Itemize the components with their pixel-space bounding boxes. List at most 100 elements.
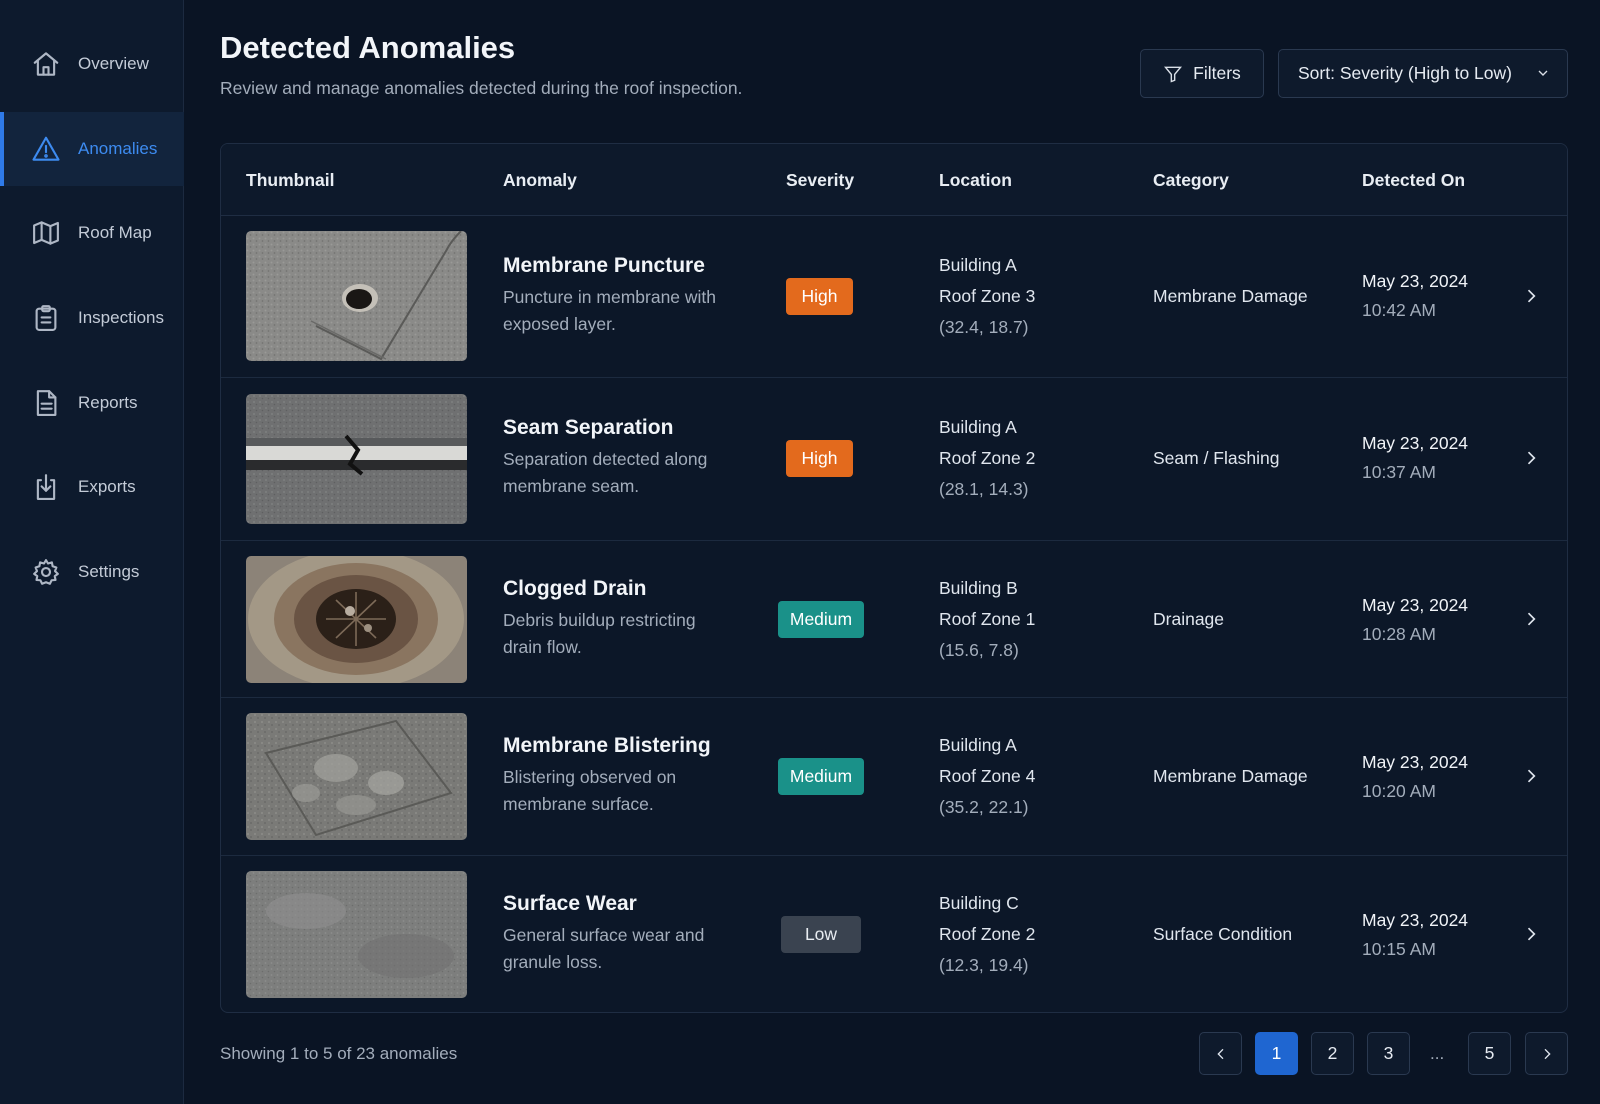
export-icon: [30, 471, 62, 503]
pagination-ellipsis: ...: [1430, 1044, 1445, 1063]
location-zone: Roof Zone 1: [939, 609, 1036, 629]
location: Building A Roof Zone 3 (32.4, 18.7): [939, 250, 1035, 343]
location-zone: Roof Zone 4: [939, 766, 1036, 786]
anomaly-description: Blistering observed on membrane surface.: [503, 767, 677, 814]
sidebar-item-anomalies[interactable]: Anomalies: [0, 112, 184, 186]
anomaly-title: Surface Wear: [503, 892, 637, 915]
sidebar-item-label: Exports: [78, 477, 136, 496]
severity-badge: Low: [781, 916, 861, 953]
thumbnail-surface-wear: [246, 871, 467, 998]
location-zone: Roof Zone 2: [939, 924, 1036, 944]
sidebar: Overview Anomalies Roof Map Inspections …: [0, 0, 184, 1104]
location-building: Building A: [939, 255, 1017, 275]
anomaly-description: Separation detected along membrane seam.: [503, 449, 708, 496]
thumbnail-membrane-blistering: [246, 713, 467, 840]
table-header: Thumbnail Anomaly Severity Location Cate…: [221, 144, 1567, 216]
pagination-prev-button[interactable]: [1199, 1032, 1242, 1075]
location-coords: (15.6, 7.8): [939, 640, 1019, 660]
location: Building A Roof Zone 4 (35.2, 22.1): [939, 730, 1035, 823]
location: Building B Roof Zone 1 (15.6, 7.8): [939, 573, 1035, 666]
column-header-severity: Severity: [786, 170, 855, 190]
category: Membrane Damage: [1153, 766, 1308, 786]
category: Seam / Flashing: [1153, 448, 1280, 468]
thumbnail-seam-separation: [246, 394, 467, 524]
category: Surface Condition: [1153, 924, 1293, 944]
anomaly-description: Puncture in membrane with exposed layer.: [503, 287, 717, 334]
chevron-right-icon[interactable]: [1521, 609, 1541, 629]
detected-on: May 23, 2024 10:28 AM: [1362, 591, 1468, 649]
anomaly-title: Membrane Blistering: [503, 734, 711, 757]
chevron-right-icon[interactable]: [1521, 766, 1541, 786]
detected-date: May 23, 2024: [1362, 433, 1469, 453]
anomaly-description: Debris buildup restricting drain flow.: [503, 610, 696, 657]
location-coords: (28.1, 14.3): [939, 479, 1029, 499]
thumbnail-clogged-drain: [246, 556, 467, 683]
detected-time: 10:42 AM: [1362, 300, 1436, 320]
location-building: Building A: [939, 735, 1017, 755]
map-icon: [30, 217, 62, 249]
location-zone: Roof Zone 2: [939, 448, 1036, 468]
sidebar-item-label: Roof Map: [78, 223, 152, 242]
sidebar-item-label: Anomalies: [78, 139, 158, 158]
page-subtitle: Review and manage anomalies detected dur…: [220, 78, 743, 98]
detected-on: May 23, 2024 10:37 AM: [1362, 429, 1468, 487]
detected-date: May 23, 2024: [1362, 595, 1469, 615]
anomaly-description: General surface wear and granule loss.: [503, 925, 705, 972]
chevron-down-icon: [1535, 65, 1551, 86]
pagination-page-2[interactable]: 2: [1311, 1032, 1354, 1075]
filter-icon: [1164, 66, 1183, 83]
table-row[interactable]: Surface Wear General surface wear and gr…: [221, 856, 1567, 1012]
chevron-right-icon[interactable]: [1521, 448, 1541, 468]
detected-on: May 23, 2024 10:20 AM: [1362, 748, 1468, 806]
location-coords: (35.2, 22.1): [939, 797, 1029, 817]
location-building: Building B: [939, 578, 1018, 598]
filters-button[interactable]: Filters: [1140, 49, 1264, 98]
sidebar-item-overview[interactable]: Overview: [0, 27, 184, 101]
sidebar-item-reports[interactable]: Reports: [0, 366, 184, 440]
anomalies-table: Thumbnail Anomaly Severity Location Cate…: [220, 143, 1568, 1013]
detected-time: 10:20 AM: [1362, 781, 1436, 801]
sort-dropdown[interactable]: Sort: Severity (High to Low): [1278, 49, 1568, 98]
pagination-page-1[interactable]: 1: [1255, 1032, 1298, 1075]
location-coords: (32.4, 18.7): [939, 317, 1029, 337]
filters-label: Filters: [1193, 63, 1241, 83]
sidebar-item-exports[interactable]: Exports: [0, 450, 184, 524]
thumbnail-membrane-puncture: [246, 231, 467, 361]
pagination-page-5[interactable]: 5: [1468, 1032, 1511, 1075]
sidebar-item-roof-map[interactable]: Roof Map: [0, 196, 184, 270]
sidebar-item-settings[interactable]: Settings: [0, 535, 184, 609]
pagination-next-button[interactable]: [1525, 1032, 1568, 1075]
location: Building A Roof Zone 2 (28.1, 14.3): [939, 412, 1035, 505]
location-building: Building C: [939, 893, 1019, 913]
table-row[interactable]: Seam Separation Separation detected alon…: [221, 378, 1567, 541]
detected-time: 10:15 AM: [1362, 939, 1436, 959]
clipboard-icon: [30, 302, 62, 334]
detected-on: May 23, 2024 10:15 AM: [1362, 906, 1468, 964]
detected-date: May 23, 2024: [1362, 910, 1469, 930]
sort-label: Sort: Severity (High to Low): [1298, 63, 1512, 83]
category: Membrane Damage: [1153, 286, 1308, 306]
warning-icon: [30, 133, 62, 165]
chevron-left-icon: [1216, 1048, 1223, 1059]
detected-date: May 23, 2024: [1362, 271, 1469, 291]
severity-badge: Medium: [778, 601, 864, 638]
sidebar-item-inspections[interactable]: Inspections: [0, 281, 184, 355]
detected-time: 10:37 AM: [1362, 462, 1436, 482]
sidebar-item-label: Settings: [78, 562, 140, 581]
chevron-right-icon[interactable]: [1521, 924, 1541, 944]
column-header-thumbnail: Thumbnail: [246, 170, 335, 190]
anomaly-title: Membrane Puncture: [503, 254, 705, 277]
anomaly-title: Clogged Drain: [503, 577, 647, 600]
home-icon: [30, 48, 62, 80]
location-building: Building A: [939, 417, 1017, 437]
page-title: Detected Anomalies: [220, 30, 516, 65]
table-row[interactable]: Membrane Blistering Blistering observed …: [221, 698, 1567, 856]
table-row[interactable]: Clogged Drain Debris buildup restricting…: [221, 541, 1567, 698]
pagination-page-3[interactable]: 3: [1367, 1032, 1410, 1075]
category: Drainage: [1153, 609, 1225, 629]
chevron-right-icon[interactable]: [1521, 286, 1541, 306]
location-zone: Roof Zone 3: [939, 286, 1036, 306]
detected-time: 10:28 AM: [1362, 624, 1436, 644]
sidebar-item-label: Reports: [78, 393, 138, 412]
table-row[interactable]: Membrane Puncture Puncture in membrane w…: [221, 216, 1567, 378]
